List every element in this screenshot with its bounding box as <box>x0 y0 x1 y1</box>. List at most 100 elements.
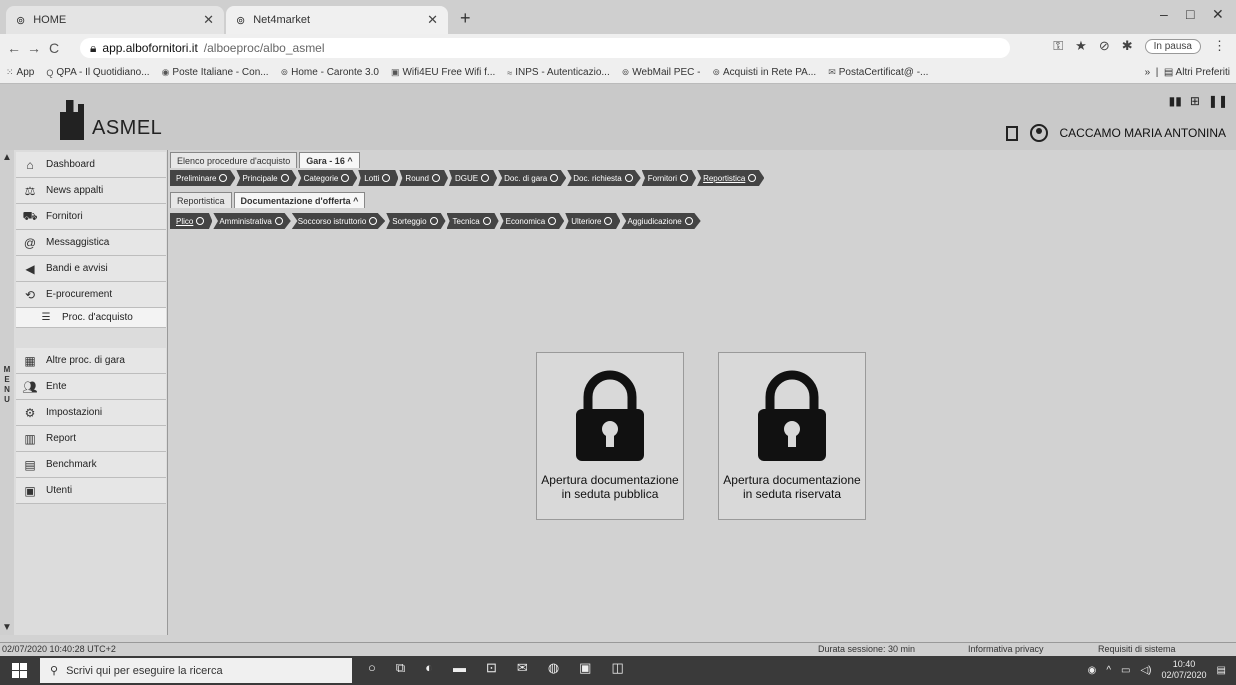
tab-reportistica[interactable]: Reportistica <box>170 192 232 208</box>
step-doc-gara[interactable]: Doc. di gara <box>498 170 567 186</box>
bookmark-item[interactable]: ⊚ Acquisti in Rete PA... <box>712 67 816 78</box>
star-icon[interactable]: ★ <box>1075 38 1087 54</box>
other-bookmarks[interactable]: Altri Preferiti <box>1176 67 1230 78</box>
sidebar-item-news-appalti[interactable]: ⚖ News appalti <box>16 178 166 204</box>
step-fornitori[interactable]: Fornitori <box>641 170 697 186</box>
close-icon[interactable]: ✕ <box>203 12 214 28</box>
windows-start-icon[interactable] <box>12 663 27 678</box>
chevron-down-icon[interactable]: ▼ <box>2 622 12 633</box>
step-categorie[interactable]: Categorie <box>297 170 358 186</box>
task-view-icon[interactable]: ⧉ <box>396 660 405 676</box>
chevron-up-icon[interactable]: ^ <box>1106 665 1111 676</box>
sidebar-item-ente[interactable]: 👥︎ Ente <box>16 374 166 400</box>
tab-gara-16[interactable]: Gara - 16 ^ <box>299 152 360 168</box>
notification-app-icon[interactable]: ◉ <box>1088 665 1097 676</box>
step-tecnica[interactable]: Tecnica <box>446 213 499 229</box>
home-icon: ⌂ <box>26 157 34 172</box>
sidebar-item-benchmark[interactable]: ▤ Benchmark <box>16 452 166 478</box>
maximize-icon[interactable]: □ <box>1186 6 1194 22</box>
bookmark-item[interactable]: ✉ PostaCertificat@ -... <box>828 67 928 78</box>
volume-icon[interactable]: ◁) <box>1140 665 1151 676</box>
bookmark-item[interactable]: ⊚ Home - Caronte 3.0 <box>281 67 379 78</box>
step-dgue[interactable]: DGUE <box>449 170 498 186</box>
profile-pause-button[interactable]: In pausa <box>1144 38 1201 54</box>
store-icon[interactable]: ⊡ <box>486 660 497 676</box>
close-icon[interactable]: ✕ <box>427 12 438 28</box>
url-input[interactable]: 🔒︎ app.albofornitori.it/alboeproc/albo_a… <box>80 38 1010 58</box>
url-path: /alboeproc/albo_asmel <box>203 41 325 55</box>
asmel-logo[interactable]: ASMEL <box>60 100 162 140</box>
step-sorteggio[interactable]: Sorteggio <box>386 213 446 229</box>
sidebar-item-report[interactable]: ▥ Report <box>16 426 166 452</box>
cortana-icon[interactable]: ○ <box>368 660 376 676</box>
pause-view-icon[interactable]: ❚❚ <box>1208 94 1228 108</box>
file-explorer-icon[interactable]: ▬ <box>453 660 466 676</box>
clock[interactable]: 10:40 02/07/2020 <box>1162 659 1207 681</box>
bookmark-item[interactable]: Q QPA - Il Quotidiano... <box>46 67 149 78</box>
clock-icon <box>432 174 440 182</box>
step-amministrativa[interactable]: Amministrativa <box>213 213 291 229</box>
back-icon[interactable]: ← <box>4 40 24 56</box>
main-area: ▲ ▼ M E N U ⌂ Dashboard ⚖ News appalti ⛟ Fo… <box>0 150 1236 642</box>
sidebar-item-utenti[interactable]: ▣ Utenti <box>16 478 166 504</box>
action-center-icon[interactable]: ▤ <box>1217 665 1226 676</box>
session-duration: Durata sessione: 30 min <box>818 644 916 654</box>
bookmark-item[interactable]: ⊚ WebMail PEC - <box>622 67 701 78</box>
step-soccorso[interactable]: Soccorso istruttorio <box>291 213 386 229</box>
card-apertura-riservata[interactable]: Apertura documentazione in seduta riserv… <box>718 352 866 520</box>
step-doc-richiesta[interactable]: Doc. richiesta <box>567 170 641 186</box>
card-apertura-pubblica[interactable]: Apertura documentazione in seduta pubbli… <box>536 352 684 520</box>
network-icon[interactable]: ▭ <box>1121 665 1130 676</box>
grid-view-icon[interactable]: ⊞ <box>1190 94 1200 108</box>
close-window-icon[interactable]: ✕ <box>1212 6 1224 23</box>
chrome-icon[interactable]: ◍ <box>548 660 559 676</box>
step-preliminare[interactable]: Preliminare <box>170 170 236 186</box>
sidebar-item-dashboard[interactable]: ⌂ Dashboard <box>16 152 166 178</box>
user-icon[interactable] <box>1029 124 1048 142</box>
sidebar-item-eprocurement[interactable]: ⟲ E-procurement <box>16 282 166 308</box>
sidebar-item-bandi[interactable]: ◀ Bandi e avvisi <box>16 256 166 282</box>
step-lotti[interactable]: Lotti <box>358 170 399 186</box>
browser-tab-home[interactable]: ⊚ HOME ✕ <box>6 6 224 34</box>
bookmark-item[interactable]: ◉ Poste Italiane - Con... <box>162 67 269 78</box>
more-icon[interactable]: ⋮ <box>1213 38 1226 54</box>
step-aggiudicazione[interactable]: Aggiudicazione <box>621 213 701 229</box>
step-principale[interactable]: Principale <box>236 170 297 186</box>
step-plico[interactable]: Plico <box>170 213 213 229</box>
sidebar-item-impostazioni[interactable]: ⚙ Impostazioni <box>16 400 166 426</box>
columns-view-icon[interactable]: ▮▮ <box>1169 94 1182 108</box>
app-icon[interactable]: ▣ <box>579 660 591 676</box>
bookmark-apps[interactable]: ⁙ App <box>6 67 34 78</box>
sidebar-item-altre-proc[interactable]: ▦ Altre proc. di gara <box>16 348 166 374</box>
check-icon <box>280 174 289 182</box>
app-icon[interactable]: ◫ <box>611 660 623 676</box>
bookmark-item[interactable]: ▣ Wifi4EU Free Wifi f... <box>391 67 495 78</box>
bookmarks-more-button[interactable]: » <box>1145 67 1151 78</box>
minimize-icon[interactable]: – <box>1160 6 1168 22</box>
user-name[interactable]: CACCAMO MARIA ANTONINA <box>1060 126 1226 140</box>
bookmark-item[interactable]: ≈ INPS - Autenticazio... <box>507 67 609 78</box>
sidebar-item-fornitori[interactable]: ⛟ Fornitori <box>16 204 166 230</box>
step-economica[interactable]: Economica <box>499 213 565 229</box>
reload-icon[interactable]: C <box>44 40 64 56</box>
document-icon[interactable] <box>1005 125 1018 141</box>
puzzle-icon[interactable]: ✱ <box>1122 38 1133 54</box>
sidebar-subitem-proc-acquisto[interactable]: ☰ Proc. d'acquisto <box>16 308 166 328</box>
sidebar-item-messaggistica[interactable]: @ Messaggistica <box>16 230 166 256</box>
forward-icon[interactable]: → <box>24 40 44 56</box>
key-icon[interactable]: ⚿ <box>1053 38 1063 54</box>
taskbar-search[interactable]: ⚲ Scrivi qui per eseguire la ricerca <box>40 658 352 683</box>
edge-icon[interactable]: ◐ <box>425 660 433 676</box>
chevron-up-icon[interactable]: ▲ <box>2 152 12 163</box>
tab-documentazione-offerta[interactable]: Documentazione d'offerta ^ <box>233 192 366 208</box>
step-round[interactable]: Round <box>399 170 448 186</box>
step-ulteriore[interactable]: Ulteriore <box>565 213 621 229</box>
browser-tab-net4market[interactable]: ⊚ Net4market ✕ <box>226 6 448 34</box>
tab-elenco-procedure[interactable]: Elenco procedure d'acquisto <box>170 152 298 168</box>
new-tab-icon[interactable]: + <box>460 8 471 29</box>
mail-icon[interactable]: ✉ <box>517 660 528 676</box>
step-reportistica[interactable]: Reportistica <box>697 170 765 186</box>
privacy-link[interactable]: Informativa privacy <box>968 644 1044 654</box>
requirements-link[interactable]: Requisiti di sistema <box>1098 644 1176 654</box>
extension-icon[interactable]: ⊘ <box>1099 38 1110 54</box>
